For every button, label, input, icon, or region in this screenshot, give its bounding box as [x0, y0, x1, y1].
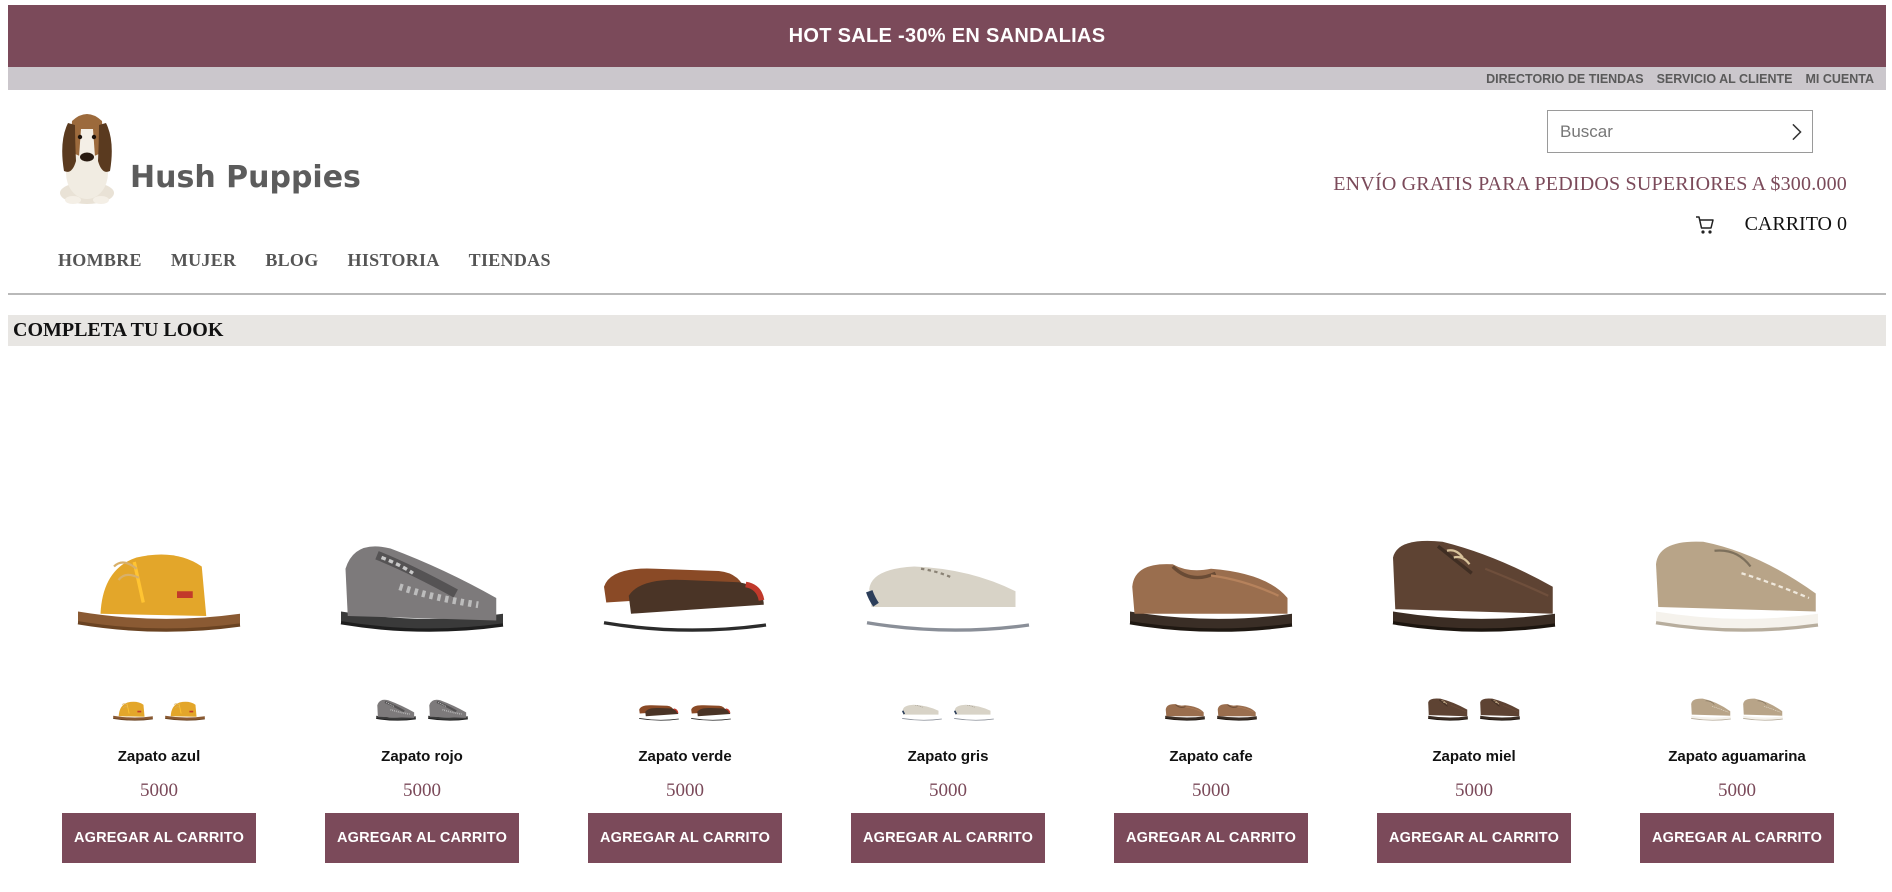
shoe-image: [1392, 540, 1556, 632]
section-title: COMPLETA TU LOOK: [13, 319, 224, 341]
header-divider: [8, 293, 1886, 295]
nav-item-mujer[interactable]: MUJER: [171, 250, 237, 271]
basset-hound-logo-icon: [60, 114, 114, 204]
search-input[interactable]: [1560, 121, 1791, 142]
shoe-image: [901, 704, 942, 721]
cart-icon: [1695, 215, 1714, 234]
nav-item-blog[interactable]: BLOG: [265, 250, 318, 271]
promo-text: HOT SALE -30% EN SANDALIAS: [788, 24, 1106, 47]
product-price: 5000: [666, 780, 704, 801]
nav-item-tiendas[interactable]: TIENDAS: [469, 250, 551, 271]
customer-service-link[interactable]: SERVICIO AL CLIENTE: [1657, 72, 1793, 86]
utility-bar: DIRECTORIO DE TIENDAS SERVICIO AL CLIENT…: [8, 67, 1886, 90]
product-name[interactable]: Zapato gris: [817, 748, 1079, 765]
product-name[interactable]: Zapato rojo: [291, 748, 553, 765]
product-price: 5000: [403, 780, 441, 801]
shoe-image: [953, 704, 994, 721]
product-price: 5000: [929, 780, 967, 801]
shoe-image: [340, 546, 504, 632]
product-image[interactable]: [1343, 480, 1605, 680]
shoe-image: [1165, 703, 1205, 721]
add-to-cart-button[interactable]: AGREGAR AL CARRITO: [1114, 813, 1308, 863]
product-image[interactable]: [554, 480, 816, 680]
promo-banner[interactable]: HOT SALE -30% EN SANDALIAS: [8, 5, 1886, 67]
product-thumbnails: [1080, 680, 1342, 735]
shoe-image: [1743, 698, 1783, 721]
shoe-image: [1691, 698, 1731, 721]
product-image[interactable]: [28, 480, 290, 680]
add-to-cart-button[interactable]: AGREGAR AL CARRITO: [588, 813, 782, 863]
product-image[interactable]: [1606, 480, 1868, 680]
shoe-image: [1129, 564, 1293, 632]
product-name[interactable]: Zapato azul: [28, 748, 290, 765]
product-price: 5000: [140, 780, 178, 801]
store-directory-link[interactable]: DIRECTORIO DE TIENDAS: [1486, 72, 1643, 86]
shoe-image: [113, 701, 153, 721]
brand-logo[interactable]: Hush Puppies: [52, 105, 361, 207]
shoe-image: [1428, 697, 1468, 721]
my-account-link[interactable]: MI CUENTA: [1805, 72, 1874, 86]
product-card: Zapato gris 5000 AGREGAR AL CARRITO: [817, 480, 1079, 880]
shoe-image: [691, 704, 731, 721]
shoe-image: [603, 568, 767, 632]
shoe-image: [1480, 697, 1520, 721]
nav-item-hombre[interactable]: HOMBRE: [58, 250, 142, 271]
product-card: Zapato cafe 5000 AGREGAR AL CARRITO: [1080, 480, 1342, 880]
product-image[interactable]: [1080, 480, 1342, 680]
product-card: Zapato rojo 5000 AGREGAR AL CARRITO: [291, 480, 553, 880]
product-thumbnails: [1606, 680, 1868, 735]
free-shipping-notice: ENVÍO GRATIS PARA PEDIDOS SUPERIORES A $…: [1333, 173, 1847, 195]
product-price: 5000: [1192, 780, 1230, 801]
add-to-cart-button[interactable]: AGREGAR AL CARRITO: [851, 813, 1045, 863]
product-thumbnails: [1343, 680, 1605, 735]
shoe-image: [866, 566, 1030, 632]
brand-name: Hush Puppies: [130, 160, 361, 195]
product-name[interactable]: Zapato aguamarina: [1606, 748, 1868, 765]
shoe-image: [639, 704, 679, 721]
product-card: Zapato aguamarina 5000 AGREGAR AL CARRIT…: [1606, 480, 1868, 880]
shoe-image: [1217, 703, 1257, 721]
cart-link[interactable]: CARRITO 0: [1695, 213, 1847, 236]
product-card: Zapato azul 5000 AGREGAR AL CARRITO: [28, 480, 290, 880]
shoe-image: [428, 699, 468, 721]
add-to-cart-button[interactable]: AGREGAR AL CARRITO: [1640, 813, 1834, 863]
chevron-right-icon[interactable]: [1791, 122, 1802, 142]
nav-item-historia[interactable]: HISTORIA: [348, 250, 440, 271]
section-title-bar: COMPLETA TU LOOK: [8, 315, 1886, 346]
add-to-cart-button[interactable]: AGREGAR AL CARRITO: [62, 813, 256, 863]
product-thumbnails: [28, 680, 290, 735]
product-price: 5000: [1718, 780, 1756, 801]
product-name[interactable]: Zapato verde: [554, 748, 816, 765]
cart-label: CARRITO 0: [1744, 213, 1847, 235]
search-box[interactable]: [1547, 110, 1813, 153]
product-thumbnails: [554, 680, 816, 735]
product-thumbnails: [817, 680, 1079, 735]
product-image[interactable]: [291, 480, 553, 680]
product-name[interactable]: Zapato cafe: [1080, 748, 1342, 765]
shoe-image: [77, 554, 241, 632]
shoe-image: [165, 701, 205, 721]
add-to-cart-button[interactable]: AGREGAR AL CARRITO: [1377, 813, 1571, 863]
product-thumbnails: [291, 680, 553, 735]
product-price: 5000: [1455, 780, 1493, 801]
product-name[interactable]: Zapato miel: [1343, 748, 1605, 765]
product-grid: Zapato azul 5000 AGREGAR AL CARRITO Zapa…: [0, 480, 1892, 880]
product-image[interactable]: [817, 480, 1079, 680]
shoe-image: [1655, 541, 1819, 632]
add-to-cart-button[interactable]: AGREGAR AL CARRITO: [325, 813, 519, 863]
main-nav: HOMBRE MUJER BLOG HISTORIA TIENDAS: [58, 250, 551, 271]
product-card: Zapato verde 5000 AGREGAR AL CARRITO: [554, 480, 816, 880]
shoe-image: [376, 699, 416, 721]
product-card: Zapato miel 5000 AGREGAR AL CARRITO: [1343, 480, 1605, 880]
